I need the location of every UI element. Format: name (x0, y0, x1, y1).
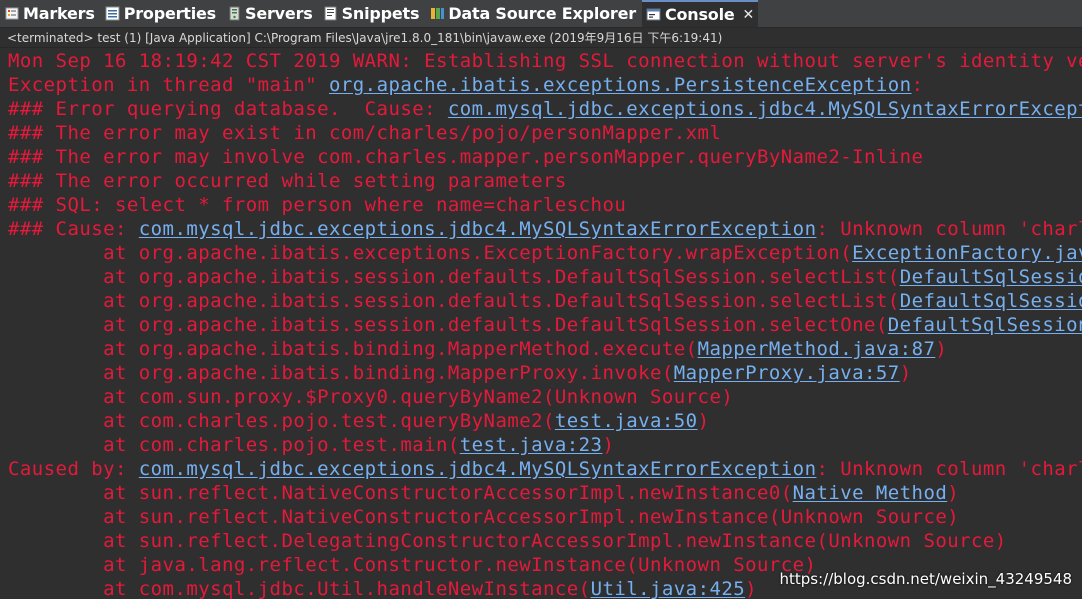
console-text: ) (899, 362, 912, 384)
console-text: at com.charles.pojo.test.main( (8, 434, 460, 456)
tab-data-source-explorer[interactable]: Data Source Explorer (425, 0, 642, 27)
console-line: at sun.reflect.DelegatingConstructorAcce… (8, 529, 1007, 553)
console-output: Mon Sep 16 18:19:42 CST 2019 WARN: Estab… (0, 49, 1082, 599)
servers-icon (226, 6, 242, 22)
console-text: : (911, 74, 924, 96)
close-icon[interactable]: ✕ (743, 7, 755, 23)
console-text: ) (947, 482, 960, 504)
console-line: ### SQL: select * from person where name… (8, 193, 626, 217)
console-text: at com.charles.pojo.test.queryByName2( (8, 410, 555, 432)
console-line: ### Error querying database. Cause: com.… (8, 97, 1082, 121)
console-line: at org.apache.ibatis.binding.MapperMetho… (8, 337, 947, 361)
tab-label: Console (664, 5, 735, 24)
tab-label: Properties (123, 4, 217, 23)
console-text: Mon Sep 16 18:19:42 CST 2019 WARN: Estab… (8, 50, 1082, 72)
console-text: ### Cause: (8, 218, 139, 240)
console-text: ) (602, 434, 615, 456)
console-line: ### The error may exist in com/charles/p… (8, 121, 721, 145)
tab-label: Markers (23, 4, 95, 23)
stack-trace-link[interactable]: test.java:23 (460, 434, 603, 456)
console-line: at org.apache.ibatis.exceptions.Exceptio… (8, 241, 1082, 265)
stack-trace-link[interactable]: ExceptionFactory.java:30 (852, 242, 1082, 264)
console-text: ### The error occurred while setting par… (8, 170, 567, 192)
console-text: ) (745, 578, 758, 599)
console-line: at com.charles.pojo.test.queryByName2(te… (8, 409, 709, 433)
watermark-text: https://blog.csdn.net/weixin_43249548 (779, 570, 1072, 588)
tab-console[interactable]: Console ✕ (641, 0, 759, 27)
stack-trace-link[interactable]: DefaultSqlSession.java:77 (888, 314, 1082, 336)
console-line: ### The error may involve com.charles.ma… (8, 145, 923, 169)
stack-trace-link[interactable]: Native Method (793, 482, 948, 504)
console-line: ### The error occurred while setting par… (8, 169, 567, 193)
console-text: ### The error may exist in com/charles/p… (8, 122, 722, 144)
tab-servers[interactable]: Servers (222, 0, 319, 27)
console-line: ### Cause: com.mysql.jdbc.exceptions.jdb… (8, 217, 1082, 241)
console-line: at sun.reflect.NativeConstructorAccessor… (8, 505, 959, 529)
console-status-line: <terminated> test (1) [Java Application]… (0, 28, 1082, 48)
stack-trace-link[interactable]: Util.java:425 (591, 578, 746, 599)
console-text: at sun.reflect.DelegatingConstructorAcce… (8, 530, 1007, 552)
tab-label: Servers (245, 4, 313, 23)
stack-trace-link[interactable]: MapperProxy.java:57 (674, 362, 900, 384)
console-line: Mon Sep 16 18:19:42 CST 2019 WARN: Estab… (8, 49, 1082, 73)
console-line: at org.apache.ibatis.session.defaults.De… (8, 313, 1082, 337)
tab-markers[interactable]: Markers (0, 0, 101, 27)
console-text: Caused by: (8, 458, 139, 480)
console-text: at org.apache.ibatis.binding.MapperMetho… (8, 338, 698, 360)
console-line: at sun.reflect.NativeConstructorAccessor… (8, 481, 959, 505)
console-line: at org.apache.ibatis.session.defaults.De… (8, 289, 1082, 313)
console-line: at org.apache.ibatis.session.defaults.De… (8, 265, 1082, 289)
console-text: at sun.reflect.NativeConstructorAccessor… (8, 482, 793, 504)
markers-icon (4, 6, 20, 22)
stack-trace-link[interactable]: test.java:50 (555, 410, 698, 432)
view-tab-bar: Markers Properties Servers Snippets Data… (0, 0, 1082, 28)
stack-trace-link[interactable]: com.mysql.jdbc.exceptions.jdbc4.MySQLSyn… (139, 218, 817, 240)
console-line: Caused by: com.mysql.jdbc.exceptions.jdb… (8, 457, 1082, 481)
snippets-icon (323, 6, 339, 22)
console-line: at com.mysql.jdbc.Util.handleNewInstance… (8, 577, 757, 599)
console-text: at org.apache.ibatis.session.defaults.De… (8, 290, 900, 312)
console-text: at org.apache.ibatis.session.defaults.De… (8, 266, 900, 288)
console-line: at java.lang.reflect.Constructor.newInst… (8, 553, 816, 577)
console-text: ) (935, 338, 948, 360)
console-text: ### The error may involve com.charles.ma… (8, 146, 924, 168)
stack-trace-link[interactable]: DefaultSqlSession.java:141 (900, 290, 1082, 312)
console-text: at sun.reflect.NativeConstructorAccessor… (8, 506, 960, 528)
console-text: : Unknown column 'charleschou' (816, 458, 1082, 480)
console-text: ### SQL: select * from person where name… (8, 194, 627, 216)
console-text: at com.mysql.jdbc.Util.handleNewInstance… (8, 578, 591, 599)
console-line: at org.apache.ibatis.binding.MapperProxy… (8, 361, 912, 385)
console-text: ) (697, 410, 710, 432)
data-source-explorer-icon (429, 6, 445, 22)
properties-icon (105, 6, 121, 22)
stack-trace-link[interactable]: com.mysql.jdbc.exceptions.jdbc4.MySQLSyn… (139, 458, 817, 480)
stack-trace-link[interactable]: com.mysql.jdbc.exceptions.jdbc4.MySQLSyn… (448, 98, 1082, 120)
console-text: ### Error querying database. Cause: (8, 98, 448, 120)
console-text: at org.apache.ibatis.binding.MapperProxy… (8, 362, 674, 384)
console-line: at com.charles.pojo.test.main(test.java:… (8, 433, 614, 457)
console-line: at com.sun.proxy.$Proxy0.queryByName2(Un… (8, 385, 733, 409)
stack-trace-link[interactable]: DefaultSqlSession.java:150 (900, 266, 1082, 288)
eclipse-console-view: Markers Properties Servers Snippets Data… (0, 0, 1082, 599)
stack-trace-link[interactable]: org.apache.ibatis.exceptions.Persistence… (329, 74, 912, 96)
tab-properties[interactable]: Properties (101, 0, 222, 27)
tab-snippets[interactable]: Snippets (319, 0, 426, 27)
console-text: at com.sun.proxy.$Proxy0.queryByName2(Un… (8, 386, 734, 408)
console-line: Exception in thread "main" org.apache.ib… (8, 73, 923, 97)
console-text: : Unknown column 'charleschou' (816, 218, 1082, 240)
console-text: at java.lang.reflect.Constructor.newInst… (8, 554, 817, 576)
tab-label: Snippets (341, 4, 420, 23)
console-text: at org.apache.ibatis.exceptions.Exceptio… (8, 242, 853, 264)
stack-trace-link[interactable]: MapperMethod.java:87 (698, 338, 936, 360)
console-icon (646, 7, 662, 23)
console-text: Exception in thread "main" (8, 74, 330, 96)
console-text: at org.apache.ibatis.session.defaults.De… (8, 314, 888, 336)
tab-label: Data Source Explorer (448, 4, 636, 23)
